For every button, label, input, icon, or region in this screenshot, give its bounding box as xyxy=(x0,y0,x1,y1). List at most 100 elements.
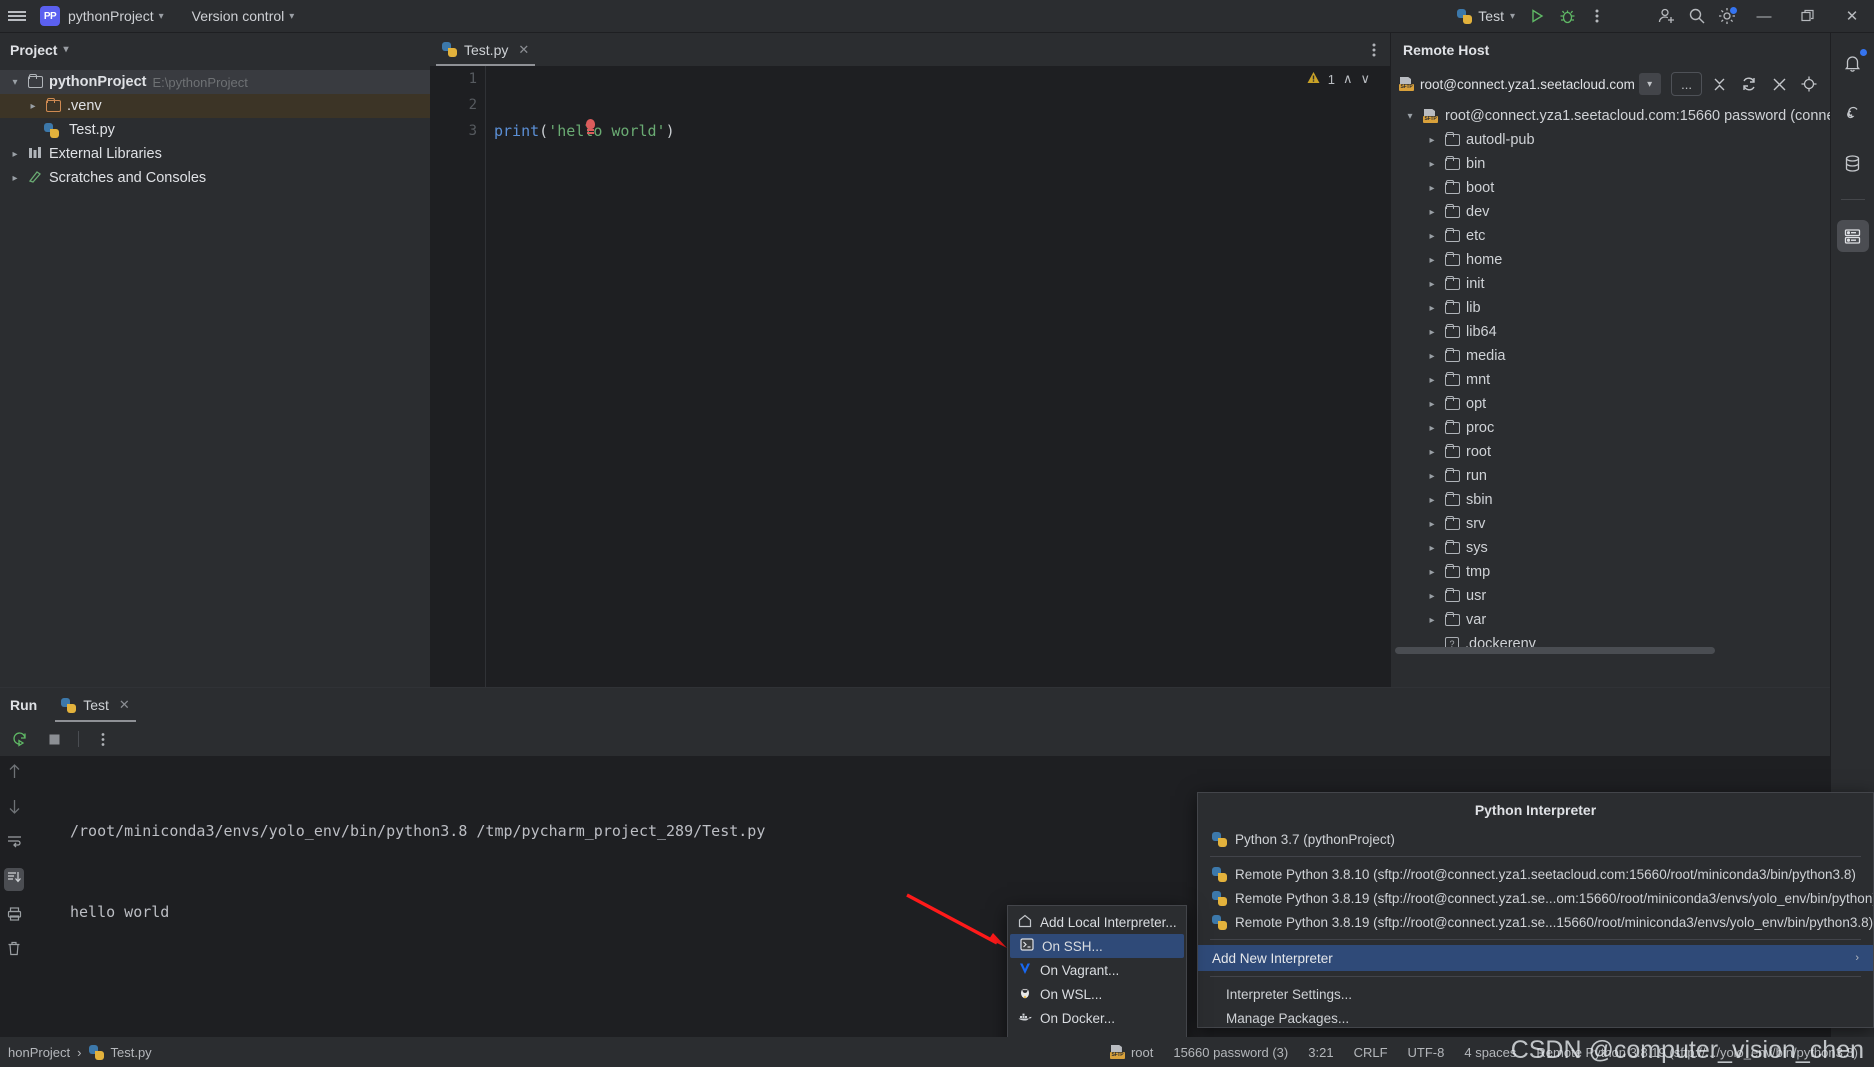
remote-file-tree[interactable]: ▾ SFTP root@connect.yza1.seetacloud.com:… xyxy=(1391,102,1830,662)
remote-tree-item[interactable]: ▸ dev xyxy=(1391,200,1830,224)
menu-item-on-vagrant[interactable]: On Vagrant... xyxy=(1008,958,1186,982)
interpreter-current[interactable]: Python 3.7 (pythonProject) xyxy=(1198,827,1873,851)
collapse-all-icon[interactable] xyxy=(1706,70,1732,98)
more-vertical-icon[interactable] xyxy=(1358,33,1390,66)
remote-tree-item[interactable]: ▸ media xyxy=(1391,344,1830,368)
notifications-icon[interactable] xyxy=(1837,47,1869,79)
chevron-right-icon[interactable]: ▸ xyxy=(26,101,40,112)
ai-assistant-icon[interactable] xyxy=(1837,97,1869,129)
menu-item-on-docker[interactable]: On Docker... xyxy=(1008,1006,1186,1030)
interpreter-option-1[interactable]: Remote Python 3.8.19 (sftp://root@connec… xyxy=(1198,886,1873,910)
status-host[interactable]: SFTP root xyxy=(1109,1045,1153,1060)
remote-tree-item[interactable]: ▸ tmp xyxy=(1391,560,1830,584)
chevron-right-icon[interactable]: ▸ xyxy=(1425,495,1439,506)
tree-item-external-libraries[interactable]: ▸ External Libraries xyxy=(0,142,430,166)
database-icon[interactable] xyxy=(1837,147,1869,179)
breadcrumb-file[interactable]: Test.py xyxy=(111,1045,152,1060)
manage-packages-item[interactable]: Manage Packages... xyxy=(1198,1006,1873,1030)
remote-tree-item[interactable]: ▸ sys xyxy=(1391,536,1830,560)
chevron-right-icon[interactable]: ▸ xyxy=(1425,471,1439,482)
interpreter-option-2[interactable]: Remote Python 3.8.19 (sftp://root@connec… xyxy=(1198,910,1873,934)
tree-item-scratches[interactable]: ▸ Scratches and Consoles xyxy=(0,166,430,190)
chevron-right-icon[interactable]: ▸ xyxy=(1425,159,1439,170)
run-configuration-selector[interactable]: Test ▾ xyxy=(1450,5,1522,27)
code-editor[interactable]: 1 2 3 1 ∧ ∨ print('hello world') xyxy=(430,66,1390,687)
chevron-down-icon[interactable]: ▾ xyxy=(1638,73,1661,95)
close-button[interactable]: ✕ xyxy=(1830,0,1874,33)
add-user-icon[interactable] xyxy=(1652,0,1682,33)
interpreter-settings-item[interactable]: Interpreter Settings... xyxy=(1198,982,1873,1006)
remote-tree-item[interactable]: ▸ etc xyxy=(1391,224,1830,248)
remote-tree-item[interactable]: ▸ usr xyxy=(1391,584,1830,608)
project-panel-header[interactable]: Project ▾ xyxy=(0,33,430,66)
remote-tree-item[interactable]: ▸ autodl-pub xyxy=(1391,128,1830,152)
search-icon[interactable] xyxy=(1682,0,1712,33)
menu-item-on-wsl[interactable]: On WSL... xyxy=(1008,982,1186,1006)
breadcrumb-project[interactable]: honProject xyxy=(8,1045,70,1060)
chevron-right-icon[interactable]: ▸ xyxy=(8,173,22,184)
menu-item-on-ssh[interactable]: On SSH... xyxy=(1010,934,1184,958)
chevron-right-icon[interactable]: ▸ xyxy=(1425,567,1439,578)
locate-icon[interactable] xyxy=(1796,70,1822,98)
tree-item-testpy[interactable]: Test.py xyxy=(0,118,430,142)
breadcrumb[interactable]: honProject › Test.py xyxy=(0,1044,152,1060)
chevron-right-icon[interactable]: ▸ xyxy=(8,149,22,160)
chevron-right-icon[interactable]: ▸ xyxy=(1425,519,1439,530)
remote-tree-item[interactable]: ▸ init xyxy=(1391,272,1830,296)
run-tab-test[interactable]: Test ✕ xyxy=(55,688,136,722)
chevron-right-icon[interactable]: ▸ xyxy=(1425,183,1439,194)
add-new-interpreter-item[interactable]: Add New Interpreter › xyxy=(1198,945,1873,971)
remote-tree-item[interactable]: ▸ bin xyxy=(1391,152,1830,176)
editor-gutter[interactable]: 1 2 3 xyxy=(430,66,486,687)
settings-icon[interactable] xyxy=(1712,0,1742,33)
stop-icon[interactable] xyxy=(40,725,68,753)
tree-item-venv[interactable]: ▸ .venv xyxy=(0,94,430,118)
remote-tree-item[interactable]: ▸ lib xyxy=(1391,296,1830,320)
project-name-button[interactable]: pythonProject ▾ xyxy=(60,5,172,27)
trash-icon[interactable] xyxy=(7,941,21,960)
maximize-button[interactable] xyxy=(1786,0,1830,33)
remote-tree-item[interactable]: ▸ home xyxy=(1391,248,1830,272)
remote-tree-item[interactable]: ▸ root xyxy=(1391,440,1830,464)
status-host-suffix[interactable]: 15660 password (3) xyxy=(1173,1045,1288,1060)
down-arrow-icon[interactable] xyxy=(8,799,21,818)
refresh-icon[interactable] xyxy=(1736,70,1762,98)
chevron-right-icon[interactable]: ▸ xyxy=(1425,447,1439,458)
chevron-down-icon[interactable]: ▾ xyxy=(1403,111,1417,122)
status-line-separator[interactable]: CRLF xyxy=(1354,1045,1388,1060)
interpreter-option-0[interactable]: Remote Python 3.8.10 (sftp://root@connec… xyxy=(1198,862,1873,886)
print-icon[interactable] xyxy=(7,907,22,925)
remote-host-selector[interactable]: SFTP root@connect.yza1.seetacloud.com:15 xyxy=(1399,77,1635,92)
chevron-right-icon[interactable]: ▸ xyxy=(1425,327,1439,338)
chevron-right-icon[interactable]: ▸ xyxy=(1425,399,1439,410)
close-icon[interactable]: ✕ xyxy=(119,697,130,713)
chevron-right-icon[interactable]: ▸ xyxy=(1425,279,1439,290)
minimize-button[interactable]: — xyxy=(1742,0,1786,33)
remote-host-icon[interactable] xyxy=(1836,220,1869,252)
host-settings-button[interactable]: ... xyxy=(1670,72,1703,96)
close-icon[interactable]: ✕ xyxy=(518,42,529,58)
chevron-right-icon[interactable]: ▸ xyxy=(1425,231,1439,242)
remote-tree-item[interactable]: ▸ var xyxy=(1391,608,1830,632)
chevron-right-icon[interactable]: ▸ xyxy=(1425,207,1439,218)
more-vertical-icon[interactable] xyxy=(89,725,117,753)
remote-tree-item[interactable]: ▸ boot xyxy=(1391,176,1830,200)
run-icon[interactable] xyxy=(1522,0,1552,33)
tree-item-pythonproject[interactable]: ▾ pythonProject E:\pythonProject xyxy=(0,70,430,94)
chevron-right-icon[interactable]: ▸ xyxy=(1425,255,1439,266)
chevron-right-icon[interactable]: ▸ xyxy=(1425,135,1439,146)
up-arrow-icon[interactable] xyxy=(8,764,21,783)
chevron-right-icon[interactable]: ▸ xyxy=(1425,351,1439,362)
chevron-right-icon[interactable]: ▸ xyxy=(1425,543,1439,554)
status-indent[interactable]: 4 spaces xyxy=(1464,1045,1516,1060)
hamburger-icon[interactable] xyxy=(0,0,34,33)
menu-item-add-local-interpreter[interactable]: Add Local Interpreter... xyxy=(1008,910,1186,934)
more-vertical-icon[interactable] xyxy=(1582,0,1612,33)
remote-tree-item[interactable]: ▸ sbin xyxy=(1391,488,1830,512)
remote-tree-item[interactable]: ▸ proc xyxy=(1391,416,1830,440)
remote-tree-item[interactable]: ▸ lib64 xyxy=(1391,320,1830,344)
remote-tree-item[interactable]: ▸ opt xyxy=(1391,392,1830,416)
horizontal-scrollbar[interactable] xyxy=(1391,647,1830,656)
remote-tree-item[interactable]: ▸ run xyxy=(1391,464,1830,488)
status-encoding[interactable]: UTF-8 xyxy=(1408,1045,1445,1060)
